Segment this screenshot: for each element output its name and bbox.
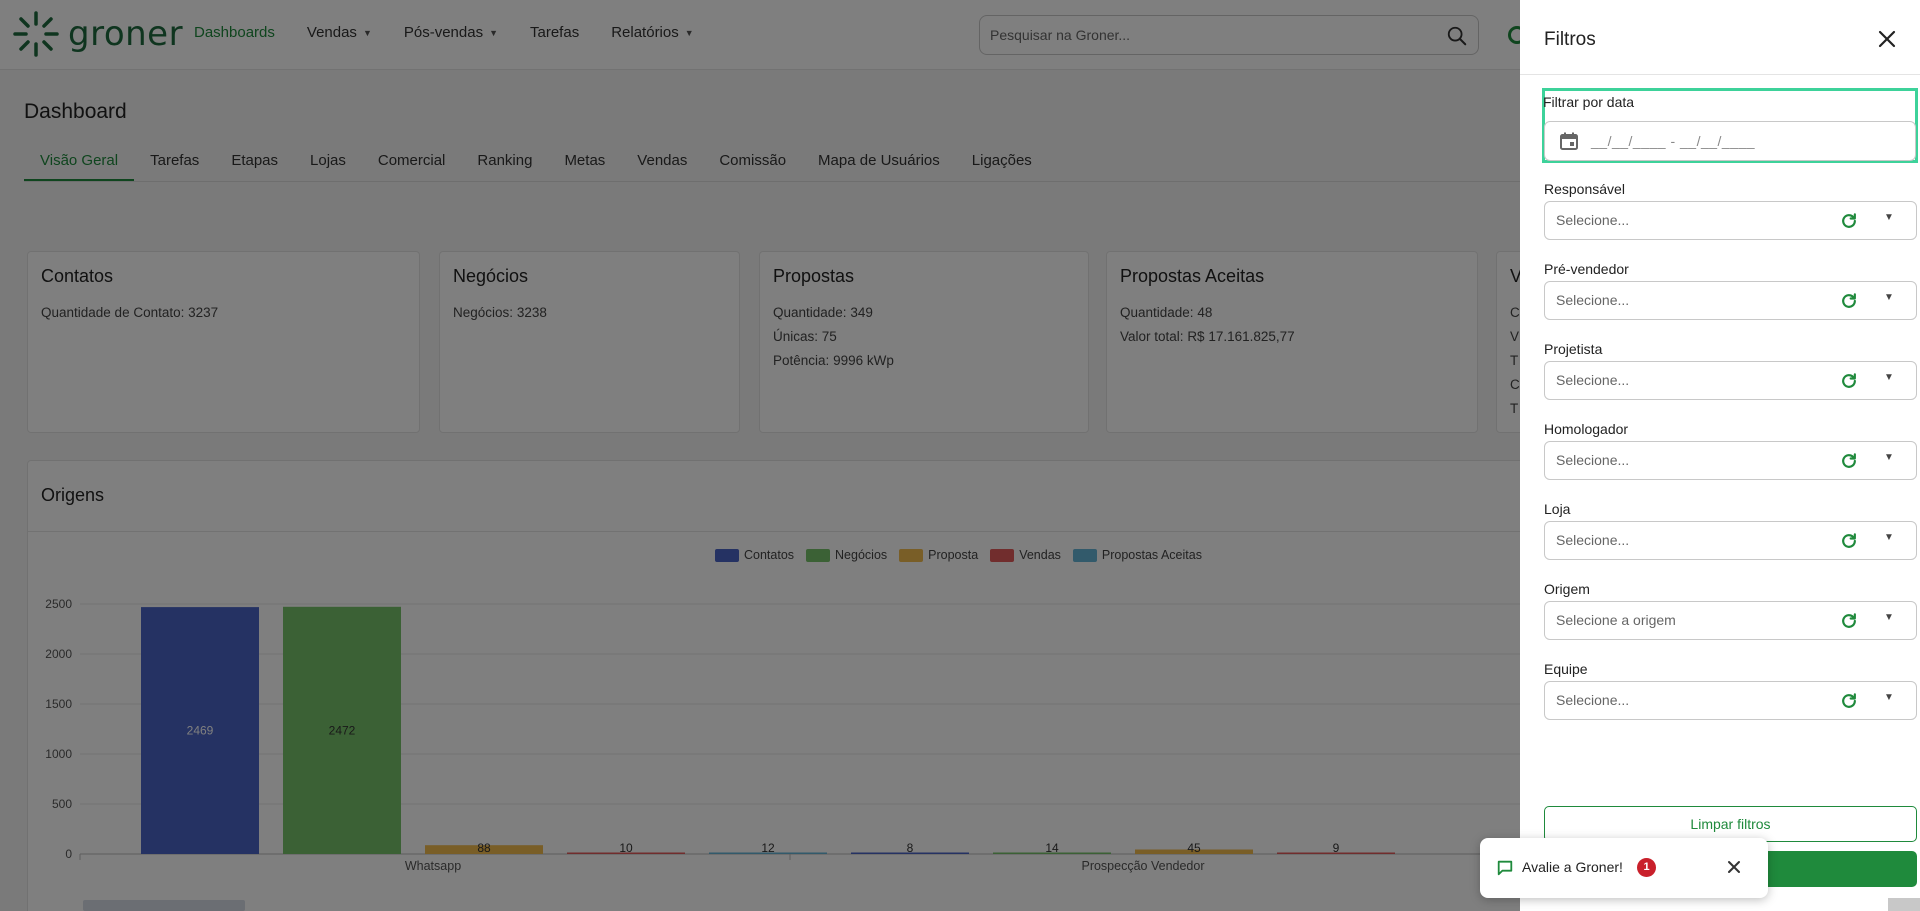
field-label-loja: Loja: [1544, 501, 1571, 517]
chevron-down-icon[interactable]: ▼: [1884, 212, 1894, 223]
date-range-input[interactable]: __/__/____ - __/__/____: [1544, 121, 1916, 161]
drawer-title: Filtros: [1544, 29, 1596, 50]
filters-drawer: Filtros Filtrar por data __/__/____ - __…: [1520, 0, 1920, 911]
scrollbar-corner[interactable]: [1888, 898, 1920, 911]
select-placeholder: Selecione...: [1556, 292, 1630, 308]
select-origem[interactable]: Selecione a origem ▼: [1544, 601, 1917, 640]
field-label-projetista: Projetista: [1544, 341, 1603, 357]
field-label-origem: Origem: [1544, 581, 1590, 597]
toast-text: Avalie a Groner!: [1522, 859, 1623, 875]
refresh-icon[interactable]: [1839, 691, 1859, 711]
refresh-icon[interactable]: [1839, 611, 1859, 631]
select-placeholder: Selecione...: [1556, 372, 1630, 388]
field-label-homologador: Homologador: [1544, 421, 1629, 437]
refresh-icon[interactable]: [1839, 451, 1859, 471]
select-placeholder: Selecione...: [1556, 212, 1630, 228]
field-label-pre-vendedor: Pré-vendedor: [1544, 261, 1629, 277]
select-loja[interactable]: Selecione... ▼: [1544, 521, 1917, 560]
select-equipe[interactable]: Selecione... ▼: [1544, 681, 1917, 720]
field-label-responsavel: Responsável: [1544, 181, 1625, 197]
refresh-icon[interactable]: [1839, 211, 1859, 231]
select-pre-vendedor[interactable]: Selecione... ▼: [1544, 281, 1917, 320]
select-projetista[interactable]: Selecione... ▼: [1544, 361, 1917, 400]
notification-badge: 1: [1637, 858, 1656, 877]
clear-filters-button[interactable]: Limpar filtros: [1544, 806, 1917, 842]
close-icon[interactable]: [1878, 30, 1896, 48]
select-placeholder: Selecione...: [1556, 692, 1630, 708]
chevron-down-icon[interactable]: ▼: [1884, 292, 1894, 303]
date-mask: __/__/____ - __/__/____: [1591, 133, 1756, 149]
date-filter-label: Filtrar por data: [1543, 94, 1635, 110]
chevron-down-icon[interactable]: ▼: [1884, 372, 1894, 383]
feedback-toast[interactable]: Avalie a Groner! 1: [1480, 838, 1768, 898]
refresh-icon[interactable]: [1839, 531, 1859, 551]
select-responsavel[interactable]: Selecione... ▼: [1544, 201, 1917, 240]
select-placeholder: Selecione a origem: [1556, 612, 1676, 628]
select-placeholder: Selecione...: [1556, 532, 1630, 548]
refresh-icon[interactable]: [1839, 371, 1859, 391]
select-homologador[interactable]: Selecione... ▼: [1544, 441, 1917, 480]
chevron-down-icon[interactable]: ▼: [1884, 612, 1894, 623]
refresh-icon[interactable]: [1839, 291, 1859, 311]
select-placeholder: Selecione...: [1556, 452, 1630, 468]
close-icon[interactable]: [1727, 860, 1741, 874]
chevron-down-icon[interactable]: ▼: [1884, 452, 1894, 463]
calendar-icon[interactable]: [1559, 131, 1579, 151]
chevron-down-icon[interactable]: ▼: [1884, 692, 1894, 703]
divider: [1520, 74, 1920, 75]
chevron-down-icon[interactable]: ▼: [1884, 532, 1894, 543]
chat-bubble-icon: [1497, 860, 1513, 876]
field-label-equipe: Equipe: [1544, 661, 1588, 677]
